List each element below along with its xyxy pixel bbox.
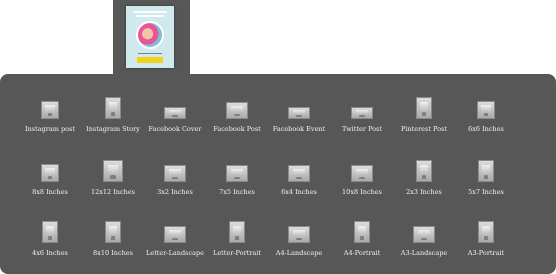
size-thumbnail-icon xyxy=(229,221,245,243)
size-thumbnail-icon xyxy=(226,102,248,119)
thumbnail-photo xyxy=(136,21,164,49)
size-option[interactable]: A3-Portrait xyxy=(454,215,518,257)
size-thumbnail-icon xyxy=(478,221,494,243)
size-picker: Instagram post Instagram Story Facebook Co… xyxy=(0,0,556,274)
size-thumbnail-icon xyxy=(103,160,123,182)
size-thumbnail-icon xyxy=(478,160,494,182)
current-design-thumbnail[interactable] xyxy=(126,6,174,68)
size-thumbnail-icon xyxy=(164,107,186,119)
size-option-label: 6x6 Inches xyxy=(468,125,504,133)
size-thumbnail-icon xyxy=(105,221,121,243)
size-thumbnail-icon xyxy=(226,165,248,182)
size-thumbnail-icon xyxy=(105,97,121,119)
thumbnail-title-line xyxy=(133,11,167,13)
size-thumbnail-icon xyxy=(41,101,59,119)
size-thumbnail-icon xyxy=(477,101,495,119)
size-option[interactable]: 6x6 Inches xyxy=(454,91,518,133)
size-thumbnail-icon xyxy=(288,107,310,119)
size-thumbnail-icon xyxy=(351,107,373,119)
size-thumbnail-icon xyxy=(42,221,58,243)
size-thumbnail-icon xyxy=(288,226,310,243)
size-option[interactable]: 5x7 Inches xyxy=(454,154,518,196)
thumbnail-title-line xyxy=(136,15,164,17)
size-thumbnail-icon xyxy=(288,165,310,182)
size-option-label: A3-Portrait xyxy=(467,249,505,257)
size-thumbnail-icon xyxy=(416,97,432,119)
size-thumbnail-icon xyxy=(416,160,432,182)
size-thumbnail-icon xyxy=(164,165,186,182)
size-thumbnail-icon xyxy=(164,226,186,243)
size-options-panel: Instagram post Instagram Story Facebook Co… xyxy=(0,74,556,274)
size-thumbnail-icon xyxy=(41,164,59,182)
thumbnail-button xyxy=(137,57,163,63)
size-thumbnail-icon xyxy=(351,165,373,182)
size-thumbnail-icon xyxy=(413,226,435,243)
size-option-label: 5x7 Inches xyxy=(468,188,504,196)
size-thumbnail-icon xyxy=(354,221,370,243)
thumbnail-subtitle-line xyxy=(138,53,162,54)
